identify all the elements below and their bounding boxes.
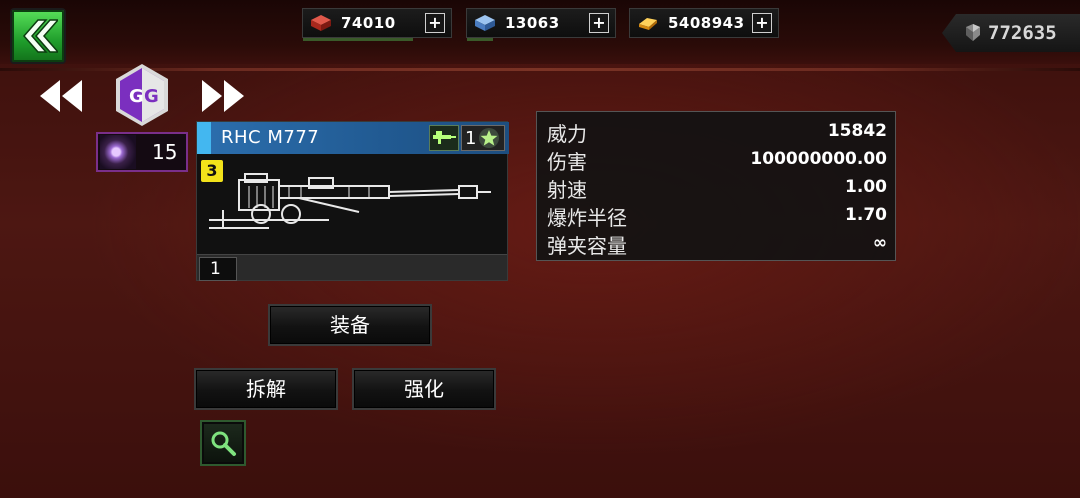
stat-value: 100000000.00 xyxy=(750,149,887,169)
stat-magazine: 弹夹容量 ∞ xyxy=(547,230,887,258)
game-guardian-logo[interactable]: G G xyxy=(112,62,172,128)
fast-forward-icon xyxy=(202,80,244,112)
gold-bar-icon xyxy=(634,12,662,34)
resource-gold: 5408943 + xyxy=(629,8,779,38)
stat-label: 弹夹容量 xyxy=(547,234,627,258)
gems-counter: 772635 xyxy=(942,14,1080,52)
star-count: 1 xyxy=(465,127,477,149)
stat-label: 威力 xyxy=(547,122,587,146)
unit-count: 15 xyxy=(152,140,178,164)
rarity-stripe xyxy=(197,122,211,154)
stat-power: 威力 15842 xyxy=(547,118,887,146)
stat-label: 爆炸半径 xyxy=(547,206,627,230)
svg-text:G: G xyxy=(129,86,144,107)
weapon-name: RHC M777 xyxy=(221,127,320,148)
next-item-button[interactable] xyxy=(198,78,248,114)
stat-label: 射速 xyxy=(547,178,587,202)
weapon-count: 1 xyxy=(199,257,237,281)
weapon-card[interactable]: RHC M777 1 3 1 xyxy=(196,121,509,281)
rewind-icon xyxy=(40,80,82,112)
weapon-stats-panel: 威力 15842 伤害 100000000.00 射速 1.00 爆炸半径 1.… xyxy=(536,111,896,261)
stat-value: 1.00 xyxy=(845,177,887,197)
gold-value: 5408943 xyxy=(668,14,745,32)
weapon-type-icon xyxy=(429,125,459,151)
weapon-card-header: RHC M777 1 xyxy=(197,122,509,154)
dismantle-button[interactable]: 拆解 xyxy=(194,368,338,410)
add-bricks-button[interactable]: + xyxy=(425,13,445,33)
howitzer-image xyxy=(209,173,491,229)
unit-avatar xyxy=(100,135,136,169)
svg-text:G: G xyxy=(144,86,159,107)
bricks-value: 74010 xyxy=(341,14,396,32)
stat-damage: 伤害 100000000.00 xyxy=(547,146,887,174)
add-gold-button[interactable]: + xyxy=(752,13,772,33)
bricks-progress xyxy=(303,38,413,41)
steel-crate-icon xyxy=(471,12,499,34)
weapon-card-footer: 1 xyxy=(197,254,507,281)
magnifier-icon xyxy=(211,431,236,456)
search-button[interactable] xyxy=(200,420,246,466)
upgrade-button[interactable]: 强化 xyxy=(352,368,496,410)
steel-value: 13063 xyxy=(505,14,560,32)
selected-unit-badge[interactable]: 15 xyxy=(96,132,188,172)
star-icon xyxy=(479,128,500,148)
back-button[interactable] xyxy=(10,8,66,64)
stat-value: ∞ xyxy=(872,233,887,253)
gem-icon xyxy=(962,23,984,43)
stat-blast-radius: 爆炸半径 1.70 xyxy=(547,202,887,230)
double-chevron-left-icon xyxy=(23,19,58,53)
resource-steel: 13063 + xyxy=(466,8,616,41)
previous-item-button[interactable] xyxy=(36,78,86,114)
resource-bricks: 74010 + xyxy=(302,8,452,41)
stat-value: 1.70 xyxy=(845,205,887,225)
gems-value: 772635 xyxy=(988,22,1057,44)
steel-progress xyxy=(467,38,493,41)
stat-label: 伤害 xyxy=(547,150,587,174)
add-steel-button[interactable]: + xyxy=(589,13,609,33)
stat-fire-rate: 射速 1.00 xyxy=(547,174,887,202)
brick-icon xyxy=(307,12,335,34)
weapon-stars: 1 xyxy=(461,125,505,151)
stat-value: 15842 xyxy=(827,121,887,141)
equip-button[interactable]: 装备 xyxy=(268,304,432,346)
